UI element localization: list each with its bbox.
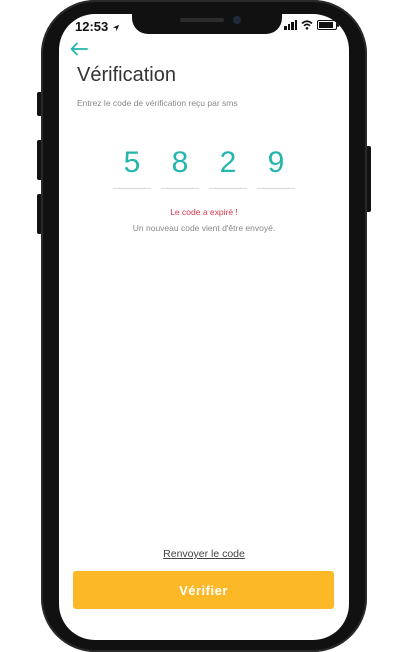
wifi-icon — [301, 20, 313, 30]
location-arrow-icon — [112, 24, 120, 31]
status-bar-time: 12:53 — [75, 19, 120, 34]
code-digit-3[interactable]: 2 — [209, 144, 247, 189]
front-camera — [233, 16, 241, 24]
phone-screen: 12:53 Vérification Entrez le code de vér… — [59, 14, 349, 640]
verify-button-label: Vérifier — [179, 582, 228, 598]
error-message: Le code a expiré ! — [170, 207, 238, 217]
code-digit-4[interactable]: 9 — [257, 144, 295, 189]
verification-code-input: 5 8 2 9 — [113, 144, 295, 189]
arrow-left-icon[interactable] — [70, 42, 88, 56]
notch — [132, 14, 282, 34]
resend-code-link[interactable]: Renvoyer le code — [59, 548, 349, 560]
page-subtitle: Entrez le code de vérification reçu par … — [77, 98, 238, 108]
verify-button[interactable]: Vérifier — [73, 571, 334, 609]
signal-icon — [284, 20, 297, 30]
status-time-text: 12:53 — [75, 19, 109, 34]
speaker-grille — [180, 18, 224, 22]
code-digit-1[interactable]: 5 — [113, 144, 151, 189]
page-title: Vérification — [77, 64, 176, 86]
code-digit-2[interactable]: 8 — [161, 144, 199, 189]
battery-icon — [317, 20, 339, 30]
info-message: Un nouveau code vient d'être envoyé. — [132, 223, 276, 233]
status-bar-icons — [284, 20, 339, 30]
